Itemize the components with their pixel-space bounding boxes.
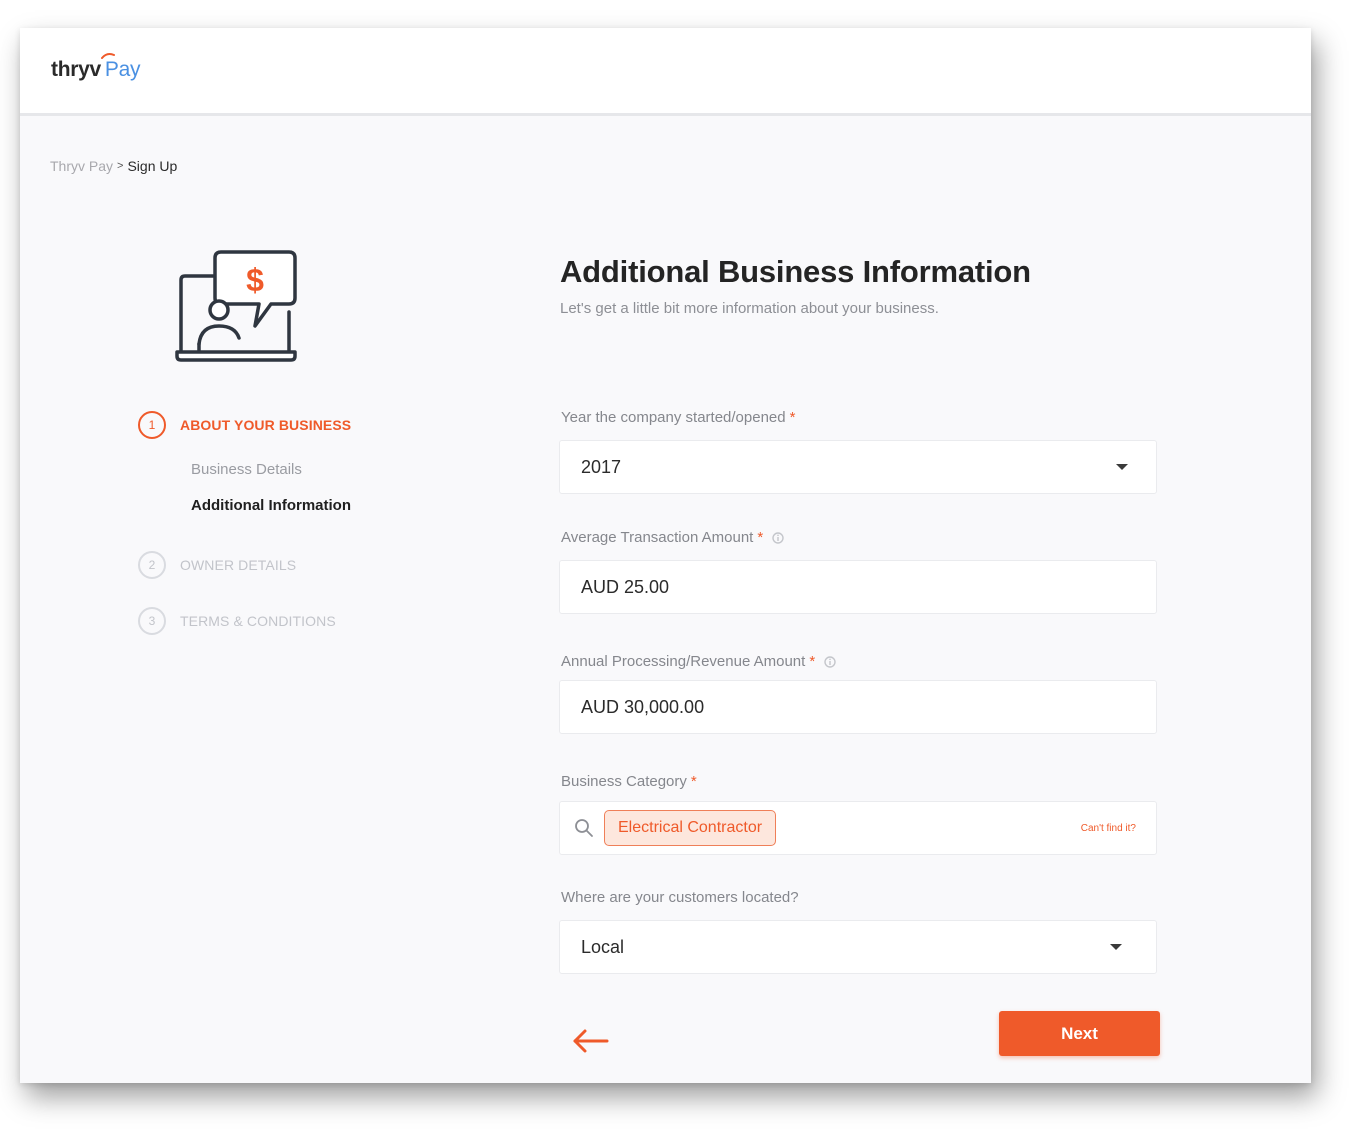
year-started-label: Year the company started/opened * xyxy=(561,409,795,426)
thryv-pay-logo[interactable]: thryv Pay xyxy=(51,53,141,82)
label-text: Annual Processing/Revenue Amount xyxy=(561,653,806,670)
substep-additional-information[interactable]: Additional Information xyxy=(191,497,351,514)
label-text: Year the company started/opened xyxy=(561,409,786,426)
step-terms-conditions[interactable]: 3 TERMS & CONDITIONS xyxy=(138,607,336,635)
form-subtitle: Let's get a little bit more information … xyxy=(560,300,939,317)
step-about-your-business[interactable]: 1 ABOUT YOUR BUSINESS xyxy=(138,411,351,439)
top-bar: thryv Pay xyxy=(20,28,1311,116)
required-marker: * xyxy=(789,409,796,426)
step-number-badge: 3 xyxy=(138,607,166,635)
step-label: TERMS & CONDITIONS xyxy=(180,613,336,629)
annual-revenue-input[interactable]: AUD 30,000.00 xyxy=(559,680,1157,734)
avg-transaction-label: Average Transaction Amount * xyxy=(561,529,784,546)
breadcrumb-current: Sign Up xyxy=(127,158,178,174)
customers-location-label: Where are your customers located? xyxy=(561,889,799,906)
label-text: Where are your customers located? xyxy=(561,889,799,906)
input-value: AUD 30,000.00 xyxy=(581,696,705,717)
chevron-down-icon xyxy=(1110,944,1122,950)
year-started-select[interactable]: 2017 xyxy=(559,440,1157,494)
logo-swoosh-icon xyxy=(101,53,115,59)
app-window: thryv Pay Thryv Pay > Sign Up $ 1 ABOUT … xyxy=(20,28,1311,1083)
avg-transaction-input[interactable]: AUD 25.00 xyxy=(559,560,1157,614)
breadcrumb: Thryv Pay > Sign Up xyxy=(50,158,177,174)
form-title: Additional Business Information xyxy=(560,254,1031,289)
cant-find-link[interactable]: Can't find it? xyxy=(1081,823,1136,834)
step-label: ABOUT YOUR BUSINESS xyxy=(180,417,352,433)
step-label: OWNER DETAILS xyxy=(180,557,297,573)
logo-wordmark-pay: Pay xyxy=(104,58,141,81)
label-text: Business Category xyxy=(561,773,687,790)
step-number-badge: 2 xyxy=(138,551,166,579)
search-icon xyxy=(574,818,594,838)
customers-location-select[interactable]: Local xyxy=(559,920,1157,974)
logo-wordmark-thryv: thryv xyxy=(51,58,101,81)
substep-business-details[interactable]: Business Details xyxy=(191,461,302,478)
business-category-label: Business Category * xyxy=(561,773,697,790)
select-value: 2017 xyxy=(581,456,622,477)
label-text: Average Transaction Amount xyxy=(561,529,754,546)
required-marker: * xyxy=(809,653,816,670)
required-marker: * xyxy=(757,529,764,546)
input-value: AUD 25.00 xyxy=(581,576,670,597)
breadcrumb-separator: > xyxy=(117,160,124,172)
svg-text:$: $ xyxy=(246,262,264,298)
back-arrow-icon[interactable] xyxy=(572,1028,610,1054)
selected-category-chip[interactable]: Electrical Contractor xyxy=(604,810,777,846)
required-marker: * xyxy=(690,773,697,790)
step-owner-details[interactable]: 2 OWNER DETAILS xyxy=(138,551,296,579)
info-icon[interactable] xyxy=(824,655,836,668)
annual-revenue-label: Annual Processing/Revenue Amount * xyxy=(561,653,836,670)
select-value: Local xyxy=(581,936,625,957)
step-number-badge: 1 xyxy=(138,411,166,439)
info-icon[interactable] xyxy=(772,531,784,544)
chevron-down-icon xyxy=(1116,464,1128,470)
business-payment-illustration-icon: $ xyxy=(175,250,297,362)
breadcrumb-root-link[interactable]: Thryv Pay xyxy=(50,158,113,174)
business-category-search[interactable]: Electrical Contractor Can't find it? xyxy=(559,801,1157,855)
next-button[interactable]: Next xyxy=(999,1011,1160,1056)
